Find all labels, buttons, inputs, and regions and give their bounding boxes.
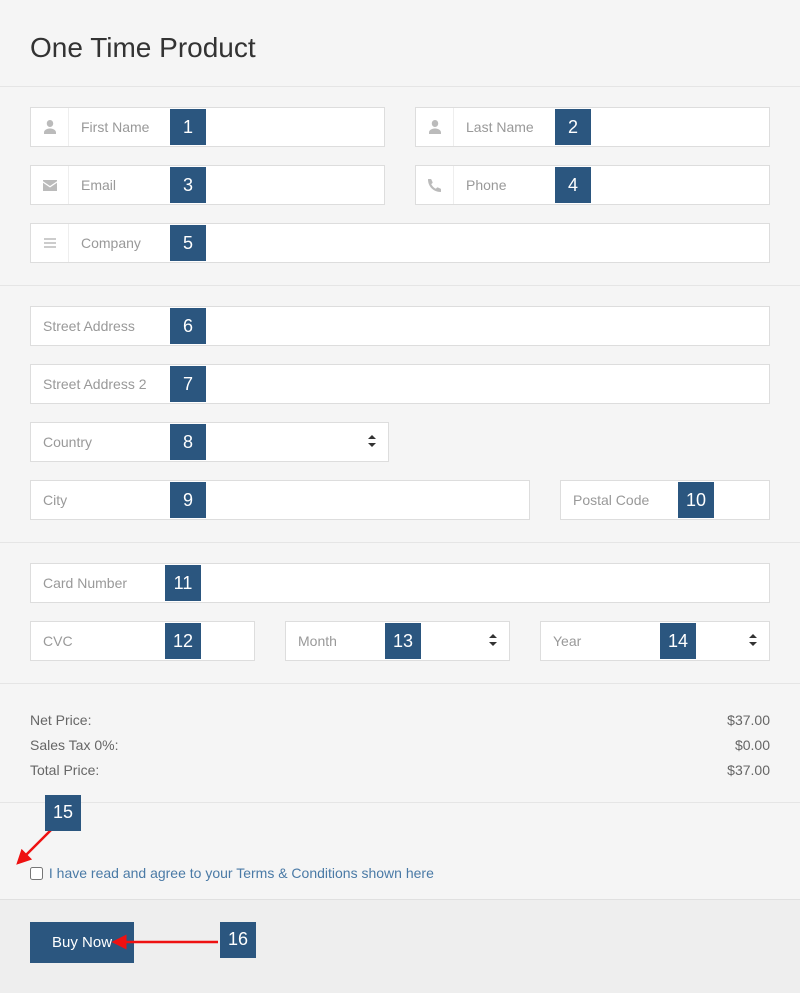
tax-label: Sales Tax 0%: bbox=[30, 733, 118, 758]
badge-1: 1 bbox=[170, 109, 206, 145]
last-name-input[interactable] bbox=[454, 108, 769, 146]
badge-3: 3 bbox=[170, 167, 206, 203]
street2-field[interactable] bbox=[30, 364, 770, 404]
net-price-label: Net Price: bbox=[30, 708, 91, 733]
badge-10: 10 bbox=[678, 482, 714, 518]
phone-icon bbox=[416, 166, 454, 204]
badge-15: 15 bbox=[45, 795, 81, 831]
badge-16: 16 bbox=[220, 922, 256, 958]
badge-6: 6 bbox=[170, 308, 206, 344]
badge-11: 11 bbox=[165, 565, 201, 601]
cvc-input[interactable] bbox=[31, 622, 254, 660]
card-field[interactable] bbox=[30, 563, 770, 603]
terms-text: I have read and agree to your Terms & Co… bbox=[49, 865, 434, 881]
badge-13: 13 bbox=[385, 623, 421, 659]
first-name-field[interactable] bbox=[30, 107, 385, 147]
address-section: 6 7 Country 8 9 10 bbox=[0, 286, 800, 542]
company-field[interactable] bbox=[30, 223, 770, 263]
badge-4: 4 bbox=[555, 167, 591, 203]
first-name-input[interactable] bbox=[69, 108, 384, 146]
badge-14: 14 bbox=[660, 623, 696, 659]
city-input[interactable] bbox=[31, 481, 529, 519]
last-name-field[interactable] bbox=[415, 107, 770, 147]
street2-input[interactable] bbox=[31, 365, 769, 403]
person-icon bbox=[31, 108, 69, 146]
submit-area: Buy Now 16 bbox=[0, 899, 800, 993]
payment-section: 11 12 Month 13 Year 14 bbox=[0, 543, 800, 683]
phone-field[interactable] bbox=[415, 165, 770, 205]
badge-7: 7 bbox=[170, 366, 206, 402]
terms-checkbox[interactable] bbox=[30, 867, 43, 880]
contact-section: 1 2 3 4 bbox=[0, 87, 800, 285]
country-label: Country bbox=[43, 434, 92, 450]
price-summary: Net Price: $37.00 Sales Tax 0%: $0.00 Tota… bbox=[0, 684, 800, 802]
cvc-field[interactable] bbox=[30, 621, 255, 661]
page-title: One Time Product bbox=[0, 0, 800, 86]
chevron-updown-icon bbox=[749, 633, 757, 649]
chevron-updown-icon bbox=[368, 434, 376, 450]
country-select[interactable]: Country bbox=[30, 422, 389, 462]
phone-input[interactable] bbox=[454, 166, 769, 204]
street1-field[interactable] bbox=[30, 306, 770, 346]
badge-2: 2 bbox=[555, 109, 591, 145]
list-icon bbox=[31, 224, 69, 262]
badge-8: 8 bbox=[170, 424, 206, 460]
badge-12: 12 bbox=[165, 623, 201, 659]
buy-now-button[interactable]: Buy Now bbox=[30, 922, 134, 963]
city-field[interactable] bbox=[30, 480, 530, 520]
tax-value: $0.00 bbox=[735, 733, 770, 758]
person-icon bbox=[416, 108, 454, 146]
email-field[interactable] bbox=[30, 165, 385, 205]
month-label: Month bbox=[298, 633, 337, 649]
year-label: Year bbox=[553, 633, 581, 649]
email-input[interactable] bbox=[69, 166, 384, 204]
postal-field[interactable] bbox=[560, 480, 770, 520]
total-value: $37.00 bbox=[727, 758, 770, 783]
badge-9: 9 bbox=[170, 482, 206, 518]
chevron-updown-icon bbox=[489, 633, 497, 649]
card-input[interactable] bbox=[31, 564, 769, 602]
total-label: Total Price: bbox=[30, 758, 99, 783]
postal-input[interactable] bbox=[561, 481, 769, 519]
net-price-value: $37.00 bbox=[727, 708, 770, 733]
street1-input[interactable] bbox=[31, 307, 769, 345]
envelope-icon bbox=[31, 166, 69, 204]
terms-row: 15 I have read and agree to your Terms &… bbox=[0, 803, 800, 899]
year-select[interactable]: Year bbox=[540, 621, 770, 661]
badge-5: 5 bbox=[170, 225, 206, 261]
